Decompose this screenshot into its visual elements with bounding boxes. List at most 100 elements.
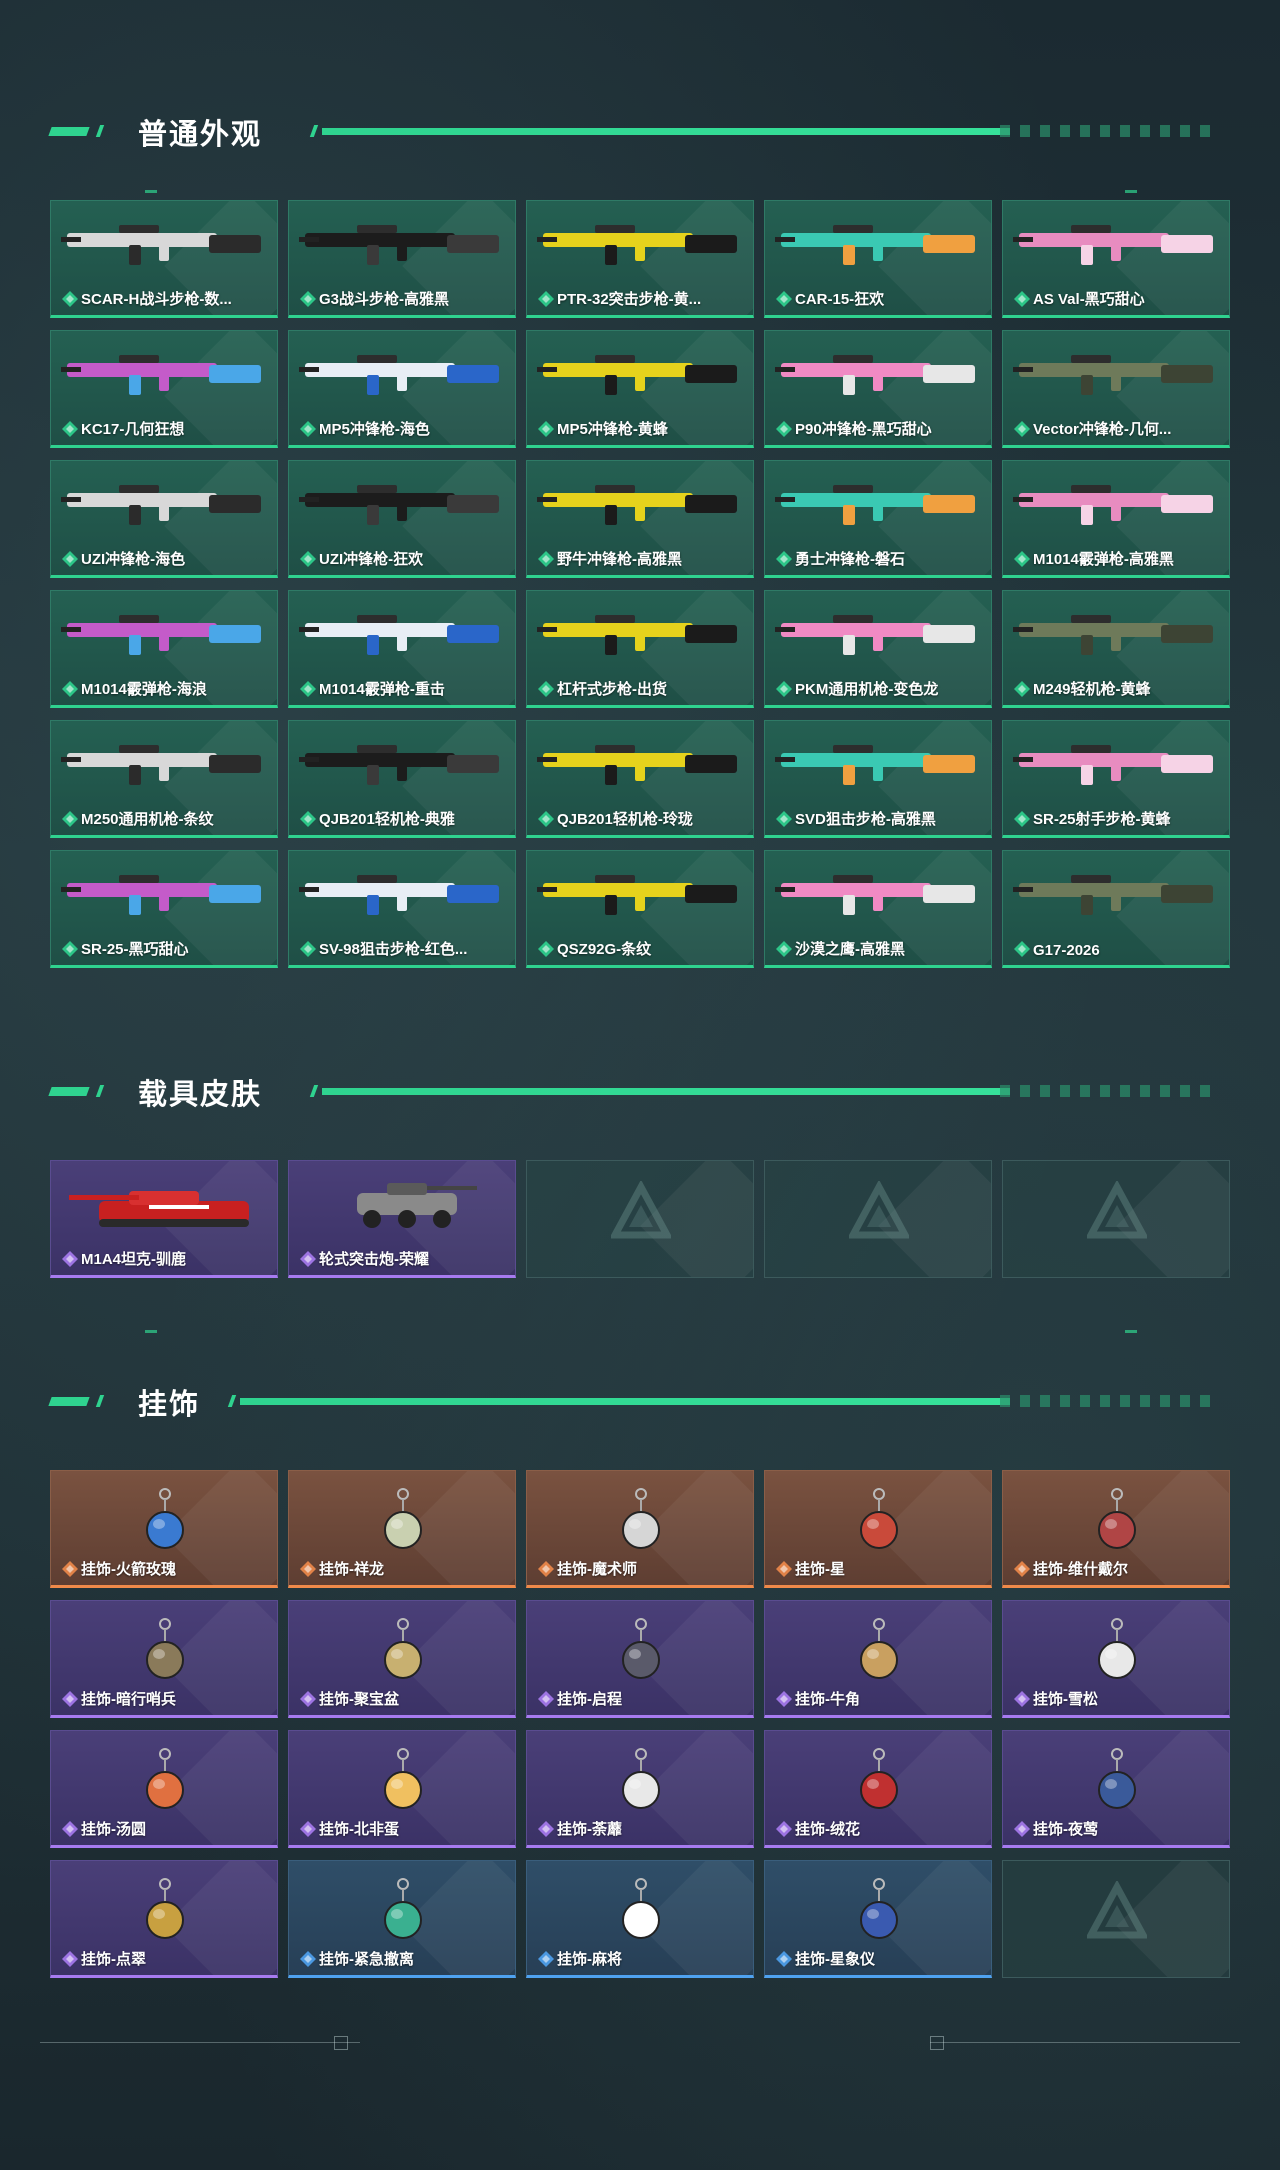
item-label: 挂饰-夜莺 <box>1033 1821 1098 1838</box>
weapon-card[interactable]: Vector冲锋枪-几何... <box>1002 330 1230 448</box>
charm-card[interactable]: 挂饰-星 <box>764 1470 992 1588</box>
weapon-card[interactable]: M249轻机枪-黄蜂 <box>1002 590 1230 708</box>
placeholder-logo-icon <box>849 1181 909 1239</box>
item-label: 挂饰-汤圆 <box>81 1821 146 1838</box>
charm-card[interactable]: 挂饰-雪松 <box>1002 1600 1230 1718</box>
item-image <box>622 1618 660 1679</box>
charm-card[interactable]: 挂饰-火箭玫瑰 <box>50 1470 278 1588</box>
rarity-icon <box>62 1951 78 1967</box>
footer-square-icon <box>334 2036 348 2050</box>
weapon-card[interactable]: CAR-15-狂欢 <box>764 200 992 318</box>
charm-card[interactable]: 挂饰-暗行哨兵 <box>50 1600 278 1718</box>
rarity-icon <box>62 1561 78 1577</box>
item-image <box>61 225 261 265</box>
weapon-card[interactable]: UZI冲锋枪-狂欢 <box>288 460 516 578</box>
rarity-icon <box>62 681 78 697</box>
charm-card[interactable]: 挂饰-绒花 <box>764 1730 992 1848</box>
header-accent <box>48 127 90 136</box>
weapon-card[interactable]: SCAR-H战斗步枪-数... <box>50 200 278 318</box>
rarity-icon <box>1014 811 1030 827</box>
empty-slot[interactable] <box>1002 1860 1230 1978</box>
empty-slot[interactable] <box>526 1160 754 1278</box>
weapon-card[interactable]: M1014霰弹枪-高雅黑 <box>1002 460 1230 578</box>
weapon-card[interactable]: AS Val-黑巧甜心 <box>1002 200 1230 318</box>
item-image <box>384 1488 422 1549</box>
rarity-icon <box>776 1561 792 1577</box>
rarity-icon <box>1014 1821 1030 1837</box>
weapon-card[interactable]: G3战斗步枪-高雅黑 <box>288 200 516 318</box>
item-label: MP5冲锋枪-海色 <box>319 421 430 438</box>
section-header: 载具皮肤 <box>48 1065 1230 1115</box>
charm-card[interactable]: 挂饰-麻将 <box>526 1860 754 1978</box>
charm-card[interactable]: 挂饰-点翠 <box>50 1860 278 1978</box>
charm-card[interactable]: 挂饰-星象仪 <box>764 1860 992 1978</box>
item-label: 挂饰-牛角 <box>795 1691 860 1708</box>
charm-card[interactable]: 挂饰-北非蛋 <box>288 1730 516 1848</box>
weapon-card[interactable]: UZI冲锋枪-海色 <box>50 460 278 578</box>
charm-card[interactable]: 挂饰-启程 <box>526 1600 754 1718</box>
rarity-icon <box>1014 941 1030 957</box>
weapon-card[interactable]: 沙漠之鹰-高雅黑 <box>764 850 992 968</box>
weapon-card[interactable]: 杠杆式步枪-出货 <box>526 590 754 708</box>
empty-slot[interactable] <box>1002 1160 1230 1278</box>
item-label: M1A4坦克-驯鹿 <box>81 1251 187 1268</box>
rarity-icon <box>776 941 792 957</box>
weapon-card[interactable]: P90冲锋枪-黑巧甜心 <box>764 330 992 448</box>
item-label: 挂饰-魔术师 <box>557 1561 637 1578</box>
header-accent <box>48 1397 90 1406</box>
weapon-card[interactable]: MP5冲锋枪-黄蜂 <box>526 330 754 448</box>
charm-card[interactable]: 挂饰-聚宝盆 <box>288 1600 516 1718</box>
vehicle-card[interactable]: 轮式突击炮-荣耀 <box>288 1160 516 1278</box>
rarity-icon <box>1014 681 1030 697</box>
weapon-card[interactable]: M1014霰弹枪-重击 <box>288 590 516 708</box>
header-line <box>309 125 1230 137</box>
item-label: QSZ92G-条纹 <box>557 941 652 958</box>
item-label: M249轻机枪-黄蜂 <box>1033 681 1151 698</box>
weapon-card[interactable]: SR-25射手步枪-黄蜂 <box>1002 720 1230 838</box>
weapon-card[interactable]: PTR-32突击步枪-黄... <box>526 200 754 318</box>
weapon-card[interactable]: M250通用机枪-条纹 <box>50 720 278 838</box>
vehicle-card[interactable]: M1A4坦克-驯鹿 <box>50 1160 278 1278</box>
item-image <box>1013 745 1213 785</box>
empty-slot[interactable] <box>764 1160 992 1278</box>
weapon-card[interactable]: SR-25-黑巧甜心 <box>50 850 278 968</box>
item-image <box>384 1748 422 1809</box>
item-label: M250通用机枪-条纹 <box>81 811 214 828</box>
weapon-card[interactable]: M1014霰弹枪-海浪 <box>50 590 278 708</box>
charm-card[interactable]: 挂饰-荼蘼 <box>526 1730 754 1848</box>
rarity-icon <box>300 551 316 567</box>
weapon-card[interactable]: G17-2026 <box>1002 850 1230 968</box>
weapon-card[interactable]: MP5冲锋枪-海色 <box>288 330 516 448</box>
section-header: 普通外观 <box>48 105 1230 155</box>
item-label: 挂饰-荼蘼 <box>557 1821 622 1838</box>
footer-divider <box>40 2042 360 2043</box>
item-image <box>61 745 261 785</box>
charm-card[interactable]: 挂饰-紧急撤离 <box>288 1860 516 1978</box>
item-label: SVD狙击步枪-高雅黑 <box>795 811 936 828</box>
weapon-card[interactable]: SVD狙击步枪-高雅黑 <box>764 720 992 838</box>
charm-card[interactable]: 挂饰-祥龙 <box>288 1470 516 1588</box>
weapon-card[interactable]: PKM通用机枪-变色龙 <box>764 590 992 708</box>
charm-card[interactable]: 挂饰-汤圆 <box>50 1730 278 1848</box>
rarity-icon <box>300 291 316 307</box>
rarity-icon <box>300 1251 316 1267</box>
charm-card[interactable]: 挂饰-牛角 <box>764 1600 992 1718</box>
item-label: M1014霰弹枪-高雅黑 <box>1033 551 1174 568</box>
charm-card[interactable]: 挂饰-夜莺 <box>1002 1730 1230 1848</box>
charm-card[interactable]: 挂饰-魔术师 <box>526 1470 754 1588</box>
item-image <box>299 355 499 395</box>
weapon-card[interactable]: QSZ92G-条纹 <box>526 850 754 968</box>
item-label: 挂饰-祥龙 <box>319 1561 384 1578</box>
weapon-card[interactable]: QJB201轻机枪-玲珑 <box>526 720 754 838</box>
item-image <box>622 1878 660 1939</box>
weapon-card[interactable]: 勇士冲锋枪-磐石 <box>764 460 992 578</box>
weapon-card[interactable]: 野牛冲锋枪-高雅黑 <box>526 460 754 578</box>
item-image <box>61 355 261 395</box>
weapon-card[interactable]: QJB201轻机枪-典雅 <box>288 720 516 838</box>
charm-card[interactable]: 挂饰-维什戴尔 <box>1002 1470 1230 1588</box>
weapon-card[interactable]: SV-98狙击步枪-红色... <box>288 850 516 968</box>
item-label: M1014霰弹枪-重击 <box>319 681 445 698</box>
item-label: SV-98狙击步枪-红色... <box>319 941 468 958</box>
weapon-card[interactable]: KC17-几何狂想 <box>50 330 278 448</box>
item-image <box>299 225 499 265</box>
